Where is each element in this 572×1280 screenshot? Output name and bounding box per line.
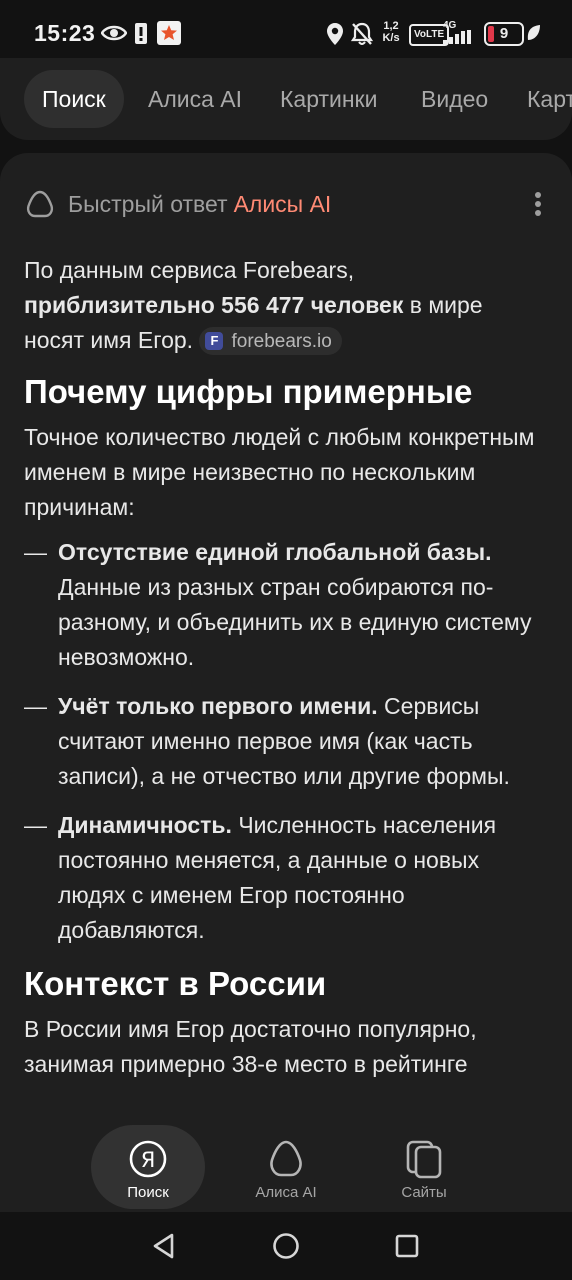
list-dash: —: [24, 693, 47, 719]
svg-text:Я: Я: [141, 1148, 156, 1172]
list-item-title: Динамичность.: [58, 812, 232, 838]
sites-icon: [406, 1140, 442, 1179]
alice-icon: [26, 190, 54, 218]
list-item: — Динамичность. Численность населения по…: [24, 808, 544, 948]
yandex-search-icon: Я: [129, 1140, 167, 1178]
paragraph: Точное количество людей с любым конкретн…: [24, 424, 535, 520]
tab-video[interactable]: Видео: [421, 70, 488, 128]
answer-header: Быстрый ответ Алисы AI: [24, 187, 331, 221]
status-bar: 15:23 1,2 K/s VoLTE 4G 9: [0, 0, 572, 66]
intro-text: По данным сервиса Forebears,: [24, 257, 355, 283]
list-item-title: Отсутствие единой глобальной базы.: [58, 539, 492, 565]
app-star-icon: [157, 21, 181, 45]
list-item-title: Учёт только первого имени.: [58, 693, 378, 719]
tab-search[interactable]: Поиск: [24, 70, 124, 128]
forebears-icon: F: [205, 332, 224, 350]
nav-alice-label: Алиса AI: [255, 1184, 317, 1201]
tab-alice-ai[interactable]: Алиса AI: [148, 70, 242, 128]
status-time: 15:23: [34, 20, 96, 46]
charging-leaf-icon: [527, 25, 540, 40]
nav-search[interactable]: Я Поиск: [91, 1125, 205, 1209]
battery-level: 9: [499, 25, 509, 42]
back-icon[interactable]: [150, 1232, 178, 1260]
list-dash: —: [24, 539, 47, 565]
list-item: — Отсутствие единой глобальной базы. Дан…: [24, 535, 544, 675]
list-item-text: Данные из разных стран собираются по-раз…: [58, 574, 532, 670]
system-navigation-bar: [0, 1212, 572, 1280]
more-options-icon[interactable]: [534, 191, 542, 217]
nav-sites[interactable]: Сайты: [367, 1125, 481, 1209]
alert-icon: [135, 23, 147, 44]
nav-alice[interactable]: Алиса AI: [229, 1125, 343, 1209]
answer-header-accent: Алисы AI: [233, 190, 332, 217]
search-tabs: Поиск Алиса AI Картинки Видео Карт: [0, 58, 572, 140]
nav-search-label: Поиск: [127, 1184, 169, 1201]
intro-highlight: приблизительно 556 477 человек: [24, 292, 404, 318]
answer-header-label: Быстрый ответ: [68, 190, 228, 217]
list-dash: —: [24, 812, 47, 838]
alice-answer-card: Быстрый ответ Алисы AI По данным сервиса…: [0, 153, 572, 1280]
signal-icon: [443, 30, 471, 44]
recents-icon[interactable]: [394, 1232, 420, 1260]
battery-icon: 9: [484, 22, 524, 46]
tab-maps[interactable]: Карт: [527, 70, 572, 128]
paragraph: В России имя Егор достаточно популярно, …: [24, 1016, 477, 1077]
source-label: forebears.io: [231, 330, 332, 352]
home-icon[interactable]: [272, 1232, 300, 1260]
answer-intro: По данным сервиса Forebears, приблизител…: [24, 253, 544, 358]
eye-icon: [101, 25, 127, 41]
section-heading: Почему цифры примерные: [24, 373, 473, 410]
net-speed: 1,2 K/s: [382, 20, 400, 44]
section-heading: Контекст в России: [24, 965, 327, 1002]
list-item: — Учёт только первого имени. Сервисы счи…: [24, 689, 544, 794]
answer-content: По данным сервиса Forebears, приблизител…: [24, 253, 544, 1092]
source-link[interactable]: F forebears.io: [199, 327, 342, 355]
tab-images[interactable]: Картинки: [280, 70, 377, 128]
bottom-navigation: Я Поиск Алиса AI Сайты: [0, 1113, 572, 1212]
mute-bell-icon: [351, 22, 373, 45]
location-icon: [327, 23, 343, 45]
nav-sites-label: Сайты: [401, 1184, 447, 1201]
alice-icon: [270, 1140, 302, 1177]
